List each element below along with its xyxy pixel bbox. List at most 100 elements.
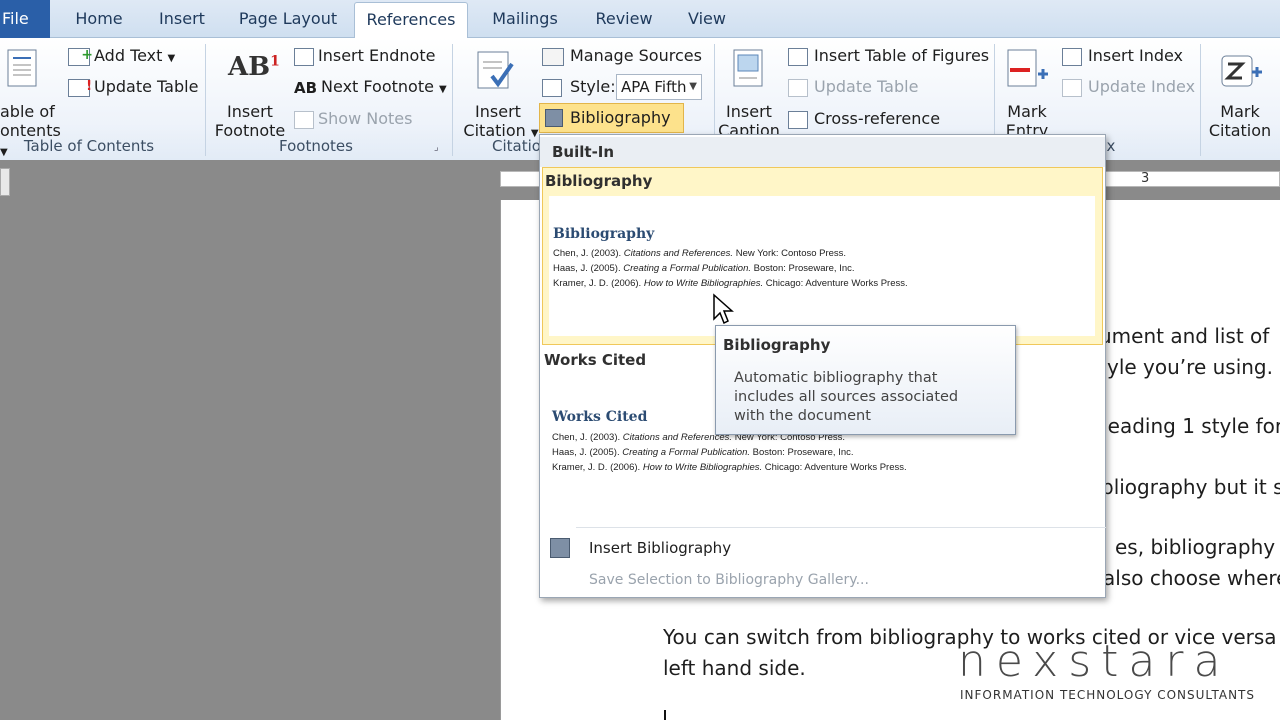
preview-author: Kramer, J. D. (2006). [553,278,644,289]
brand-watermark: nexstara INFORMATION TECHNOLOGY CONSULTA… [950,636,1270,716]
chevron-down-icon: ▼ [167,53,176,64]
show-notes-button[interactable]: Show Notes [294,109,412,129]
insert-table-of-figures-button[interactable]: Insert Table of Figures [788,46,989,66]
mark-entry-label-1: Mark [1007,102,1047,121]
gallery-item-label: Works Cited [544,351,647,369]
tab-review[interactable]: Review [584,0,664,38]
toc-label-1: able of [0,102,55,121]
preview-line: Kramer, J. D. (2006). How to Write Bibli… [553,278,908,289]
update-table-icon: ! [68,78,92,97]
gallery-item-label: Bibliography [545,172,653,190]
next-footnote-icon: AB [294,78,318,97]
tab-mailings[interactable]: Mailings [480,0,570,38]
tab-insert[interactable]: Insert [146,0,218,38]
insert-citation-label-1: Insert [475,102,521,121]
bibliography-label: Bibliography [570,108,671,127]
tooltip-body-3: with the document [734,408,871,424]
update-table-figures-button[interactable]: Update Table [788,77,918,97]
ribbon-tab-bar: File Home Insert Page Layout References … [0,0,1280,41]
insert-caption-button[interactable]: Insert Caption [718,46,780,140]
insert-endnote-button[interactable]: Insert Endnote [294,46,435,66]
cross-reference-label: Cross-reference [814,109,941,128]
update-index-button[interactable]: Update Index [1062,77,1195,97]
update-table-label: Update Table [94,77,199,96]
insert-index-icon [1062,47,1082,66]
insert-footnote-label-1: Insert [227,102,273,121]
doc-line-4: bliography but it s [1101,475,1280,499]
insert-citation-icon [477,51,514,89]
doc-line-6: also choose where [1103,566,1280,590]
mouse-pointer-icon [713,293,734,325]
update-table-icon [788,78,808,97]
preview-line: Haas, J. (2005). Creating a Formal Publi… [552,447,854,458]
preview-publisher: New York: Contoso Press. [733,248,847,259]
tab-home[interactable]: Home [64,0,134,38]
gallery-preview: Bibliography Chen, J. (2003). Citations … [549,196,1095,336]
cross-reference-icon [788,110,808,129]
endnote-icon [294,47,314,66]
show-notes-icon [294,110,314,129]
mark-citation-icon [1221,55,1262,87]
doc-line-1: ument and list of [1099,324,1270,348]
gallery-item-bibliography[interactable]: Bibliography Bibliography Chen, J. (2003… [542,167,1103,345]
doc-line-5: es, bibliography t [1115,535,1280,559]
tab-view[interactable]: View [676,0,738,38]
preview-author: Kramer, J. D. (2006). [552,462,643,473]
tab-file[interactable]: File [0,0,50,38]
picture-caption-icon [733,49,763,87]
show-notes-label: Show Notes [318,109,413,128]
tab-page-layout[interactable]: Page Layout [230,0,346,38]
bibliography-button[interactable]: Bibliography ▼ [539,103,684,154]
separator [1200,44,1201,156]
doc-line-3: heading 1 style for [1095,414,1280,438]
builtin-header: Built-In [540,137,1105,167]
update-index-icon [1062,78,1082,97]
preview-title: Works Cited [552,409,648,425]
tab-selector[interactable] [0,168,10,196]
style-label: Style: [570,77,616,96]
dialog-launcher-icon[interactable]: ⌟ [434,142,439,153]
preview-publisher: Chicago: Adventure Works Press. [763,278,908,289]
preview-work: Creating a Formal Publication. [622,447,751,458]
update-table-figures-label: Update Table [814,77,919,96]
preview-publisher: Chicago: Adventure Works Press. [762,462,907,473]
next-footnote-button[interactable]: AB Next Footnote ▼ [294,77,447,97]
add-text-label: Add Text [94,46,163,65]
table-of-contents-button[interactable]: able of ontents ▼ [0,46,61,158]
insert-index-button[interactable]: Insert Index [1062,46,1183,66]
update-table-button[interactable]: ! Update Table [68,77,198,97]
mark-citation-button[interactable]: Mark Citation [1204,46,1276,140]
bibliography-icon [545,109,563,127]
mark-citation-label-1: Mark [1220,102,1260,121]
style-icon [542,78,562,97]
save-selection-menu-item[interactable]: Save Selection to Bibliography Gallery..… [542,565,1103,595]
group-label-footnotes: Footnotes [279,137,353,155]
chevron-down-icon: ▼ [439,84,447,95]
insert-citation-button[interactable]: Insert Citation ▼ [458,46,539,140]
footnote-ab-icon: AB1 [228,52,280,82]
preview-author: Haas, J. (2005). [552,447,623,458]
cross-reference-button[interactable]: Cross-reference [788,109,940,129]
preview-line: Kramer, J. D. (2006). How to Write Bibli… [552,462,907,473]
preview-publisher: Boston: Proseware, Inc. [751,263,855,274]
style-row: Style: [542,77,616,97]
manage-sources-button[interactable]: Manage Sources [542,46,702,66]
ruler-mark: 3 [1141,171,1150,186]
insert-endnote-label: Insert Endnote [318,46,436,65]
group-label-toc: Table of Contents [23,137,155,155]
tooltip-body-2: includes all sources associated [734,389,959,405]
preview-work: How to Write Bibliographies. [643,278,764,289]
insert-bibliography-menu-item[interactable]: Insert Bibliography [542,533,1103,563]
save-selection-label: Save Selection to Bibliography Gallery..… [589,572,869,588]
mark-citation-label-2: Citation [1208,121,1272,140]
preview-author: Haas, J. (2005). [553,263,624,274]
add-text-button[interactable]: + Add Text ▼ [68,46,175,66]
style-select[interactable]: APA Fifth ▼ [616,74,702,100]
tab-references[interactable]: References [354,2,468,41]
mark-entry-button[interactable]: Mark Entry [998,46,1056,140]
add-text-icon: + [68,47,93,66]
insert-footnote-button[interactable]: AB1 Insert Footnote [212,46,288,140]
table-of-figures-icon [788,47,808,66]
text-cursor [664,710,666,720]
mark-entry-icon [1007,49,1048,87]
